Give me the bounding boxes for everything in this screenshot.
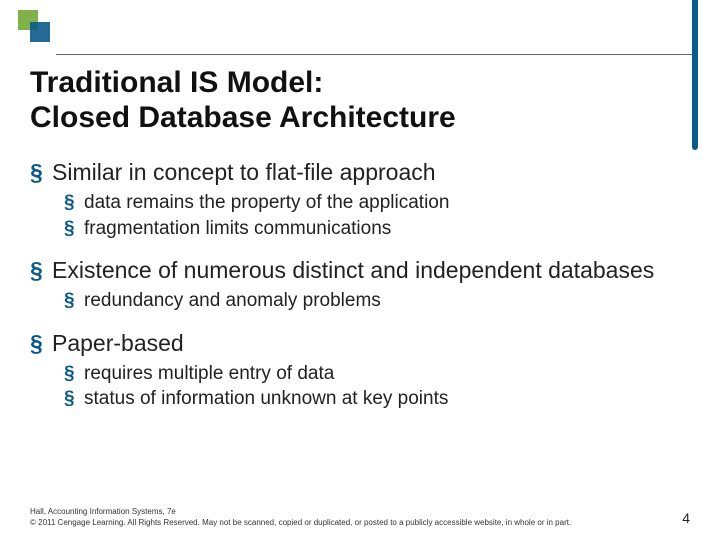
title-line-1: Traditional IS Model: [30,66,323,99]
bullet-3: Paper-based [30,329,690,358]
page-number: 4 [682,510,690,526]
corner-logo [18,10,50,42]
bullet-3-2: status of information unknown at key poi… [64,387,690,411]
blue-square-icon [30,22,50,42]
side-accent-bar [692,0,698,150]
bullet-1-2: fragmentation limits communications [64,217,690,241]
slide-body: Similar in concept to flat-file approach… [30,150,690,413]
footer-line-1: Hall, Accounting Information Systems, 7e [30,507,690,517]
title-line-2: Closed Database Architecture [30,101,456,134]
bullet-2-1: redundancy and anomaly problems [64,289,690,313]
footer-text: Hall, Accounting Information Systems, 7e… [30,507,690,528]
bullet-3-1: requires multiple entry of data [64,362,690,386]
bullet-2: Existence of numerous distinct and indep… [30,256,690,285]
slide-title: Traditional IS Model: Closed Database Ar… [30,66,680,135]
title-rule [56,54,692,55]
footer-line-2: © 2011 Cengage Learning. All Rights Rese… [30,518,690,528]
bullet-1-1: data remains the property of the applica… [64,191,690,215]
bullet-1: Similar in concept to flat-file approach [30,158,690,187]
